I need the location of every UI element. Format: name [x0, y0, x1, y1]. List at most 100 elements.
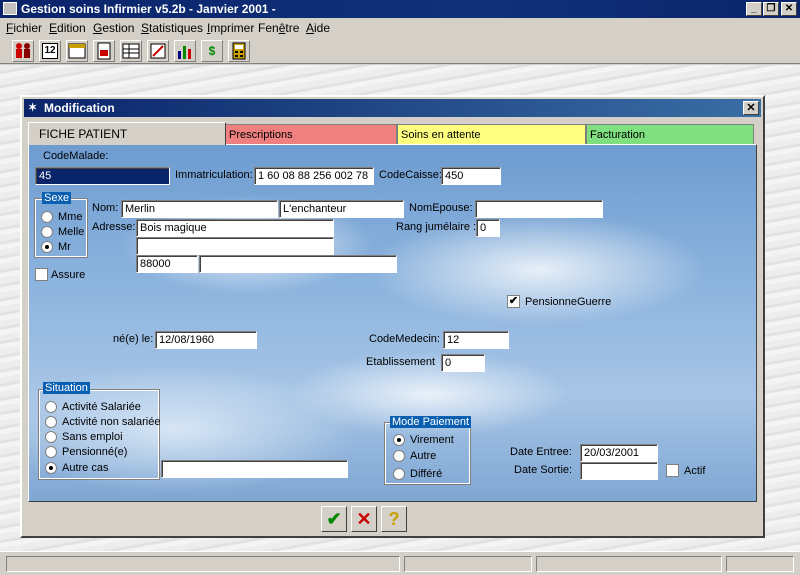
sexe-mr-label: Mr — [58, 241, 71, 253]
adresse-line1-field[interactable]: Bois magique — [136, 219, 334, 237]
paiement-differe-label: Différé — [410, 468, 443, 480]
nomepouse-field[interactable] — [475, 200, 603, 218]
sexe-melle-radio[interactable] — [41, 226, 53, 238]
toolbar: 12 $ — [0, 38, 800, 64]
sexe-melle-label: Melle — [58, 226, 85, 238]
situation-pensionne-label: Pensionné(e) — [62, 446, 128, 458]
tab-soins-en-attente[interactable]: Soins en attente — [397, 124, 586, 145]
statistics-chart-icon[interactable] — [174, 40, 196, 62]
situation-sans-emploi-label: Sans emploi — [62, 431, 123, 443]
menu-statistiques[interactable]: Statistiques — [141, 21, 203, 35]
paiement-virement-radio[interactable] — [393, 434, 405, 446]
app-title: Gestion soins Infirmier v5.2b - Janvier … — [21, 2, 276, 16]
pin-icon: ✶ — [28, 102, 38, 114]
date-naissance-field[interactable]: 12/08/1960 — [155, 331, 257, 349]
etablissement-label: Etablissement — [366, 356, 436, 368]
modification-dialog: ✶ Modification ✕ FICHE PATIENT Prescript… — [20, 95, 765, 538]
menu-imprimer[interactable]: Imprimer — [207, 21, 254, 35]
dialog-close-button[interactable]: ✕ — [743, 101, 759, 115]
codepostal-field[interactable]: 88000 — [136, 255, 198, 273]
calendar-icon[interactable]: 12 — [39, 40, 61, 62]
date-entree-label: Date Entree: — [510, 446, 572, 458]
close-button[interactable]: ✕ — [781, 2, 797, 16]
menu-fichier[interactable]: Fichier — [6, 21, 42, 35]
pensionne-guerre-checkbox[interactable]: ✔ — [507, 295, 520, 308]
grid-list-icon[interactable] — [120, 40, 142, 62]
date-sortie-label: Date Sortie: — [514, 464, 573, 476]
situation-autre-cas-radio[interactable] — [45, 462, 57, 474]
codemedecin-label: CodeMedecin: — [369, 333, 440, 345]
date-naissance-label: né(e) le: — [113, 333, 154, 345]
rang-jumelaire-field[interactable]: 0 — [476, 219, 500, 237]
app-book-icon[interactable] — [3, 2, 17, 15]
tab-fiche-patient[interactable]: FICHE PATIENT — [28, 122, 226, 145]
status-panel-3 — [536, 556, 722, 572]
menu-bar: Fichier Edition Gestion Statistiques Imp… — [0, 18, 800, 38]
ville-field[interactable] — [199, 255, 397, 273]
codemedecin-field[interactable]: 12 — [443, 331, 509, 349]
immatriculation-label: Immatriculation: — [175, 169, 253, 181]
autre-cas-field[interactable] — [161, 460, 348, 478]
paiement-autre-radio[interactable] — [393, 450, 405, 462]
actif-checkbox[interactable] — [666, 464, 679, 477]
rang-jumelaire-label: Rang jumélaire : — [396, 221, 477, 233]
situation-non-salariee-radio[interactable] — [45, 416, 57, 428]
window-icon[interactable] — [66, 40, 88, 62]
assure-checkbox[interactable] — [35, 268, 48, 281]
status-bar — [0, 551, 800, 575]
tab-facturation[interactable]: Facturation — [586, 124, 754, 145]
menu-edition[interactable]: Edition — [49, 21, 86, 35]
status-panel-1 — [6, 556, 400, 572]
situation-sans-emploi-radio[interactable] — [45, 431, 57, 443]
prenom-field[interactable]: L'enchanteur — [279, 200, 404, 218]
codecaisse-field[interactable]: 450 — [441, 167, 501, 185]
nom-field[interactable]: Merlin — [121, 200, 278, 218]
mode-paiement-label: Mode Paiement — [390, 416, 472, 428]
help-question-button[interactable]: ? — [381, 506, 407, 532]
minimize-button[interactable]: _ — [746, 2, 762, 16]
pensionne-guerre-label: PensionneGuerre — [525, 296, 612, 308]
codemalade-field[interactable]: 45 — [35, 167, 170, 185]
edit-note-icon[interactable] — [147, 40, 169, 62]
situation-salariee-radio[interactable] — [45, 401, 57, 413]
sexe-group-label: Sexe — [42, 192, 72, 204]
etablissement-field[interactable]: 0 — [441, 354, 485, 372]
situation-autre-cas-label: Autre cas — [62, 462, 109, 474]
app-title-bar: Gestion soins Infirmier v5.2b - Janvier … — [0, 0, 800, 18]
nomepouse-label: NomEpouse: — [409, 202, 473, 214]
situation-pensionne-radio[interactable] — [45, 446, 57, 458]
maximize-button[interactable]: ❐ — [763, 2, 779, 16]
menu-fenetre[interactable]: Fenêtre — [258, 21, 299, 35]
actif-label: Actif — [684, 465, 706, 477]
patients-people-icon[interactable] — [12, 40, 34, 62]
sexe-mme-label: Mme — [58, 211, 83, 223]
situation-non-salariee-label: Activité non salariée — [62, 416, 161, 428]
situation-group-label: Situation — [43, 382, 90, 394]
paiement-differe-radio[interactable] — [393, 468, 405, 480]
nom-label: Nom: — [92, 202, 119, 214]
money-icon[interactable]: $ — [201, 40, 223, 62]
status-panel-2 — [404, 556, 532, 572]
adresse-label: Adresse: — [92, 221, 136, 233]
immatriculation-field[interactable]: 1 60 08 88 256 002 78 — [254, 167, 374, 185]
sexe-mr-radio[interactable] — [41, 241, 53, 253]
dialog-title-bar: ✶ Modification ✕ — [24, 99, 761, 117]
date-entree-field[interactable]: 20/03/2001 — [580, 444, 658, 462]
ok-check-button[interactable]: ✔ — [321, 506, 347, 532]
adresse-line2-field[interactable] — [136, 237, 334, 255]
assure-label: Assure — [51, 269, 86, 281]
dialog-title: Modification — [44, 101, 115, 115]
sexe-mme-radio[interactable] — [41, 211, 53, 223]
menu-gestion[interactable]: Gestion — [93, 21, 134, 35]
menu-aide[interactable]: Aide — [306, 21, 330, 35]
document-icon[interactable] — [93, 40, 115, 62]
paiement-virement-label: Virement — [410, 434, 454, 446]
codecaisse-label: CodeCaisse: — [379, 169, 442, 181]
cancel-x-button[interactable]: ✕ — [351, 506, 377, 532]
situation-salariee-label: Activité Salariée — [62, 401, 141, 413]
calculator-icon[interactable] — [228, 40, 250, 62]
codemalade-label: CodeMalade: — [43, 150, 109, 162]
fiche-patient-panel: CodeMalade: 45 Immatriculation: 1 60 08 … — [28, 144, 757, 502]
tab-prescriptions[interactable]: Prescriptions — [225, 124, 397, 145]
date-sortie-field[interactable] — [580, 462, 658, 480]
